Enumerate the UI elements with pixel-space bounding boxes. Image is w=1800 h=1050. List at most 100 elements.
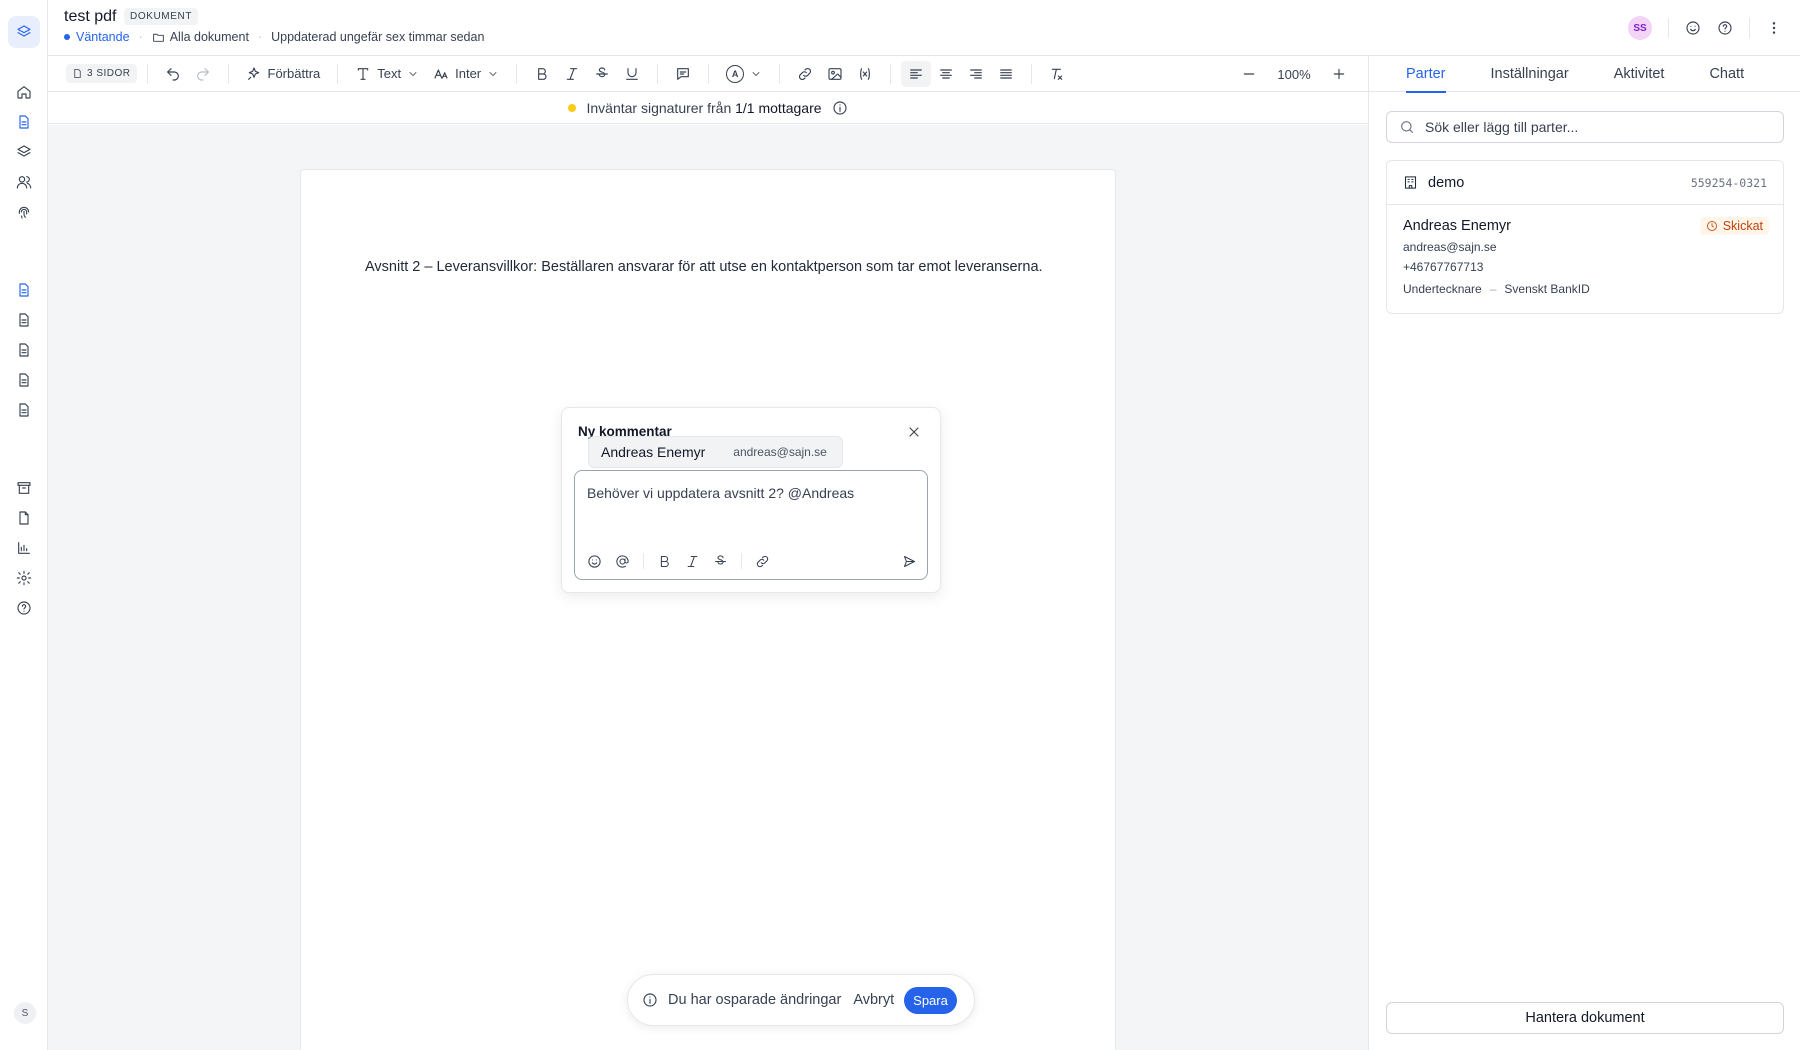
help-icon[interactable]	[1717, 20, 1733, 36]
clear-format-icon	[1049, 66, 1065, 82]
comment-button[interactable]	[668, 61, 698, 87]
documents-icon[interactable]	[12, 110, 36, 134]
bold-icon[interactable]	[657, 554, 672, 569]
align-right-button[interactable]	[961, 61, 991, 87]
chevron-down-icon	[750, 68, 762, 80]
person-role-row: Undertecknare – Svenskt BankID	[1403, 282, 1767, 296]
zoom-controls: 100%	[1234, 56, 1368, 92]
clock-icon	[1706, 220, 1718, 232]
signature-status-bar: Inväntar signaturer från 1/1 mottagare	[48, 92, 1368, 124]
zoom-out-button[interactable]	[1234, 61, 1264, 87]
redo-button[interactable]	[188, 61, 218, 87]
text-style-label: Text	[377, 66, 402, 81]
bold-button[interactable]	[527, 61, 557, 87]
mention-icon[interactable]	[615, 554, 630, 569]
header-actions: SS	[1628, 16, 1782, 40]
document-paragraph[interactable]: Avsnitt 2 – Leveransvillkor: Beställaren…	[365, 259, 1043, 275]
comment-input[interactable]: Behöver vi uppdatera avsnitt 2? @Andreas	[574, 470, 928, 580]
font-size-icon	[433, 66, 449, 82]
document-type-badge: DOKUMENT	[124, 8, 199, 25]
image-button[interactable]	[820, 61, 850, 87]
clear-format-button[interactable]	[1042, 61, 1072, 87]
status-prefix: Inväntar signaturer från	[586, 99, 732, 116]
app-logo-icon[interactable]	[8, 16, 40, 48]
divider	[657, 63, 659, 84]
strikethrough-button[interactable]	[587, 61, 617, 87]
mention-suggestion[interactable]: Andreas Enemyr andreas@sajn.se	[588, 436, 843, 468]
help-icon[interactable]	[12, 596, 36, 620]
cancel-button[interactable]: Avbryt	[853, 992, 894, 1008]
info-icon	[642, 992, 658, 1008]
link-icon[interactable]	[755, 554, 770, 569]
improve-button[interactable]: Förbättra	[239, 61, 328, 87]
text-style-dropdown[interactable]: Text	[348, 61, 426, 87]
emoji-icon[interactable]	[587, 554, 602, 569]
user-avatar[interactable]: S	[14, 1002, 36, 1024]
document-canvas: Avsnitt 2 – Leveransvillkor: Beställaren…	[48, 125, 1368, 1050]
info-icon[interactable]	[832, 100, 848, 116]
font-dropdown[interactable]: Inter	[426, 61, 506, 87]
document-icon[interactable]	[12, 398, 36, 422]
variable-button[interactable]	[850, 61, 880, 87]
folder-icon	[152, 31, 165, 44]
gear-icon[interactable]	[12, 566, 36, 590]
italic-button[interactable]	[557, 61, 587, 87]
more-vertical-icon[interactable]	[1766, 20, 1782, 36]
contacts-icon[interactable]	[12, 170, 36, 194]
file-icon[interactable]	[12, 506, 36, 530]
templates-icon[interactable]	[12, 140, 36, 164]
tab-chat[interactable]: Chatt	[1709, 56, 1744, 92]
document-title[interactable]: test pdf	[64, 8, 116, 26]
save-button[interactable]: Spara	[904, 986, 957, 1014]
zoom-in-button[interactable]	[1324, 61, 1354, 87]
close-icon[interactable]	[906, 424, 922, 440]
text-color-dropdown[interactable]: A	[719, 61, 769, 87]
document-icon[interactable]	[12, 338, 36, 362]
separator: ·	[257, 30, 263, 44]
undo-button[interactable]	[158, 61, 188, 87]
italic-icon[interactable]	[685, 554, 700, 569]
page-icon	[72, 68, 83, 79]
image-icon	[827, 66, 843, 82]
recipient-count: 1/1 mottagare	[735, 99, 822, 116]
person-phone: +46767767713	[1403, 260, 1484, 274]
undo-icon	[165, 66, 181, 82]
document-icon[interactable]	[12, 278, 36, 302]
divider	[516, 63, 518, 84]
user-avatar[interactable]: SS	[1628, 16, 1652, 40]
comment-text[interactable]: Behöver vi uppdatera avsnitt 2? @Andreas	[587, 485, 854, 501]
organization-row[interactable]: demo 559254-0321	[1387, 161, 1783, 205]
strikethrough-icon[interactable]	[713, 554, 728, 569]
archive-icon[interactable]	[12, 476, 36, 500]
underline-button[interactable]	[617, 61, 647, 87]
smiley-icon[interactable]	[1685, 20, 1701, 36]
divider	[741, 553, 742, 569]
status-dot	[64, 34, 70, 40]
home-icon[interactable]	[12, 80, 36, 104]
send-icon[interactable]	[902, 554, 917, 569]
chart-icon[interactable]	[12, 536, 36, 560]
align-left-button[interactable]	[901, 60, 932, 87]
folder-link[interactable]: Alla dokument	[152, 30, 249, 44]
document-icon[interactable]	[12, 368, 36, 392]
strikethrough-icon	[594, 66, 610, 82]
party-person[interactable]: Andreas Enemyr Skickat andreas@sajn.se +…	[1387, 205, 1783, 309]
document-page[interactable]: Avsnitt 2 – Leveransvillkor: Beställaren…	[300, 169, 1116, 1050]
panel-tabs: Parter Inställningar Aktivitet Chatt	[1369, 56, 1800, 93]
manage-document-button[interactable]: Hantera dokument	[1386, 1002, 1784, 1034]
tab-activity[interactable]: Aktivitet	[1614, 56, 1665, 92]
party-search[interactable]	[1386, 111, 1784, 143]
tab-parties[interactable]: Parter	[1406, 56, 1446, 93]
divider	[643, 553, 644, 569]
tab-settings[interactable]: Inställningar	[1491, 56, 1569, 92]
fingerprint-icon[interactable]	[12, 200, 36, 224]
document-icon[interactable]	[12, 308, 36, 332]
right-panel: Parter Inställningar Aktivitet Chatt dem…	[1368, 56, 1800, 1050]
underline-icon	[624, 66, 640, 82]
zoom-level: 100%	[1277, 66, 1311, 82]
align-justify-button[interactable]	[991, 61, 1021, 87]
align-center-button[interactable]	[931, 61, 961, 87]
link-button[interactable]	[790, 61, 820, 87]
text-type-icon	[355, 66, 371, 82]
party-search-input[interactable]	[1425, 119, 1765, 135]
